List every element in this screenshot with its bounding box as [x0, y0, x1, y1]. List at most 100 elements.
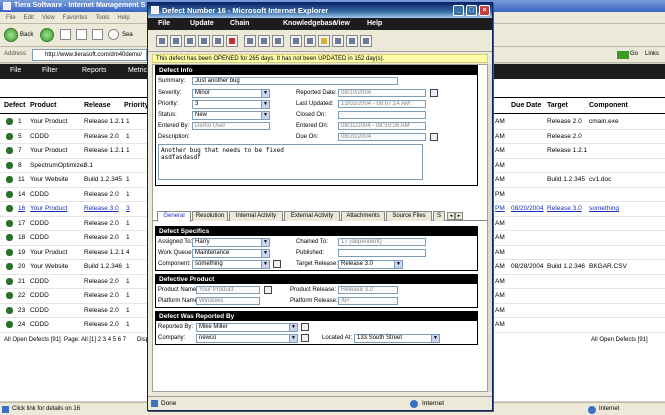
platform-release-label: Platform Release:	[290, 298, 338, 304]
menu-view[interactable]: View	[334, 20, 350, 27]
close-icon[interactable]: ×	[479, 5, 490, 16]
refresh-icon[interactable]	[76, 29, 87, 40]
located-at-label: Located At:	[322, 335, 353, 341]
severity-select[interactable]: Minor ▼	[192, 89, 270, 98]
company-add-icon[interactable]	[301, 334, 309, 342]
platform-name-field: Windows	[196, 297, 260, 305]
bug-icon	[6, 263, 13, 270]
due-on-value: 08/20/2004	[341, 134, 372, 140]
nav-list-icon[interactable]	[258, 35, 270, 47]
go-button-label[interactable]: Go	[630, 51, 638, 57]
tab-attachments[interactable]: Attachments	[341, 211, 385, 221]
forward-arrow-icon[interactable]	[40, 28, 54, 42]
located-at-select[interactable]: 133 South Street ▼	[354, 334, 440, 343]
tab-external-activity[interactable]: External Activity	[284, 211, 340, 221]
nav-filter[interactable]: Filter	[42, 67, 58, 74]
nav-next-icon[interactable]	[272, 35, 284, 47]
stop-icon[interactable]	[60, 29, 71, 40]
cell-time: PM	[495, 190, 505, 198]
pagination[interactable]: Page: All [1] 2 3 4 5 6 7	[64, 337, 126, 343]
cell-product: CDDD	[30, 306, 49, 314]
cell-time: AM	[495, 321, 505, 328]
calendar-icon[interactable]	[430, 133, 438, 141]
assigned-to-select[interactable]: Harry ▼	[192, 238, 270, 247]
maximize-icon[interactable]: □	[466, 5, 477, 16]
target-release-value: Release 3.0	[341, 261, 374, 267]
status-select[interactable]: New ▼	[192, 111, 270, 120]
nav-first-icon[interactable]	[244, 35, 256, 47]
copy-icon[interactable]	[198, 35, 210, 47]
tab-internal-activity[interactable]: Internal Activity	[229, 211, 283, 221]
tab-resolution[interactable]: Resolution	[192, 211, 228, 221]
cell-product: Your Product	[30, 205, 68, 212]
last-updated-label: Last Updated:	[296, 101, 334, 107]
new-icon[interactable]	[156, 35, 168, 47]
refresh-icon[interactable]	[212, 35, 224, 47]
chevron-left-icon[interactable]: ◂	[447, 212, 455, 220]
print-icon[interactable]	[360, 35, 372, 47]
nav-file[interactable]: File	[10, 67, 21, 74]
search-icon[interactable]	[108, 29, 119, 40]
chevron-right-icon[interactable]: ▸	[455, 212, 463, 220]
component-select[interactable]: something ▼	[192, 260, 270, 269]
menu-help[interactable]: Help	[367, 20, 382, 27]
detail-tabs: General Resolution Internal Activity Ext…	[153, 211, 487, 222]
col-component[interactable]: Component	[589, 102, 628, 109]
tab-general[interactable]: General	[157, 211, 191, 222]
summary-input[interactable]: Just another bug	[192, 77, 398, 85]
col-target[interactable]: Target	[547, 102, 568, 109]
target-release-select[interactable]: Release 3.0 ▼	[338, 260, 403, 269]
bg-menu-file[interactable]: File	[6, 12, 16, 24]
links-label[interactable]: Links	[645, 51, 659, 57]
bg-menu-edit[interactable]: Edit	[24, 12, 34, 24]
tab-more[interactable]: S	[433, 211, 445, 221]
save-icon[interactable]	[184, 35, 196, 47]
menu-update[interactable]: Update	[190, 20, 214, 27]
open-icon[interactable]	[170, 35, 182, 47]
back-button-label[interactable]: Back	[20, 32, 33, 38]
component-edit-icon[interactable]	[273, 260, 281, 268]
menu-file[interactable]: File	[158, 20, 170, 27]
notice-text: This defect has been OPENED for 265 days…	[156, 56, 385, 62]
lock-icon[interactable]	[346, 35, 358, 47]
delete-icon[interactable]	[226, 35, 238, 47]
calendar-icon[interactable]	[430, 89, 438, 97]
company-select[interactable]: newco ▼	[196, 334, 298, 343]
col-priority[interactable]: Priority	[124, 102, 149, 109]
go-arrow-icon[interactable]	[617, 51, 629, 59]
col-release[interactable]: Release	[84, 102, 110, 109]
reported-by-select[interactable]: Mike Miller ▼	[196, 323, 298, 332]
priority-select[interactable]: 3 ▼	[192, 100, 270, 109]
col-due-date[interactable]: Due Date	[511, 102, 541, 109]
published-input[interactable]	[338, 249, 426, 257]
menu-chain[interactable]: Chain	[230, 20, 249, 27]
back-arrow-icon[interactable]	[4, 28, 18, 42]
bg-menu-favorites[interactable]: Favorites	[63, 12, 88, 24]
nav-metrics[interactable]: Metric	[128, 67, 147, 74]
home-icon[interactable]	[92, 29, 103, 40]
reported-by-add-icon[interactable]	[301, 323, 309, 331]
dialog-scrollbar[interactable]	[488, 64, 492, 392]
tab-source-files[interactable]: Source Files	[386, 211, 432, 221]
cell-release: 3.1	[84, 161, 94, 169]
work-queue-select[interactable]: Maintenance ▼	[192, 249, 270, 258]
nav-reports[interactable]: Reports	[82, 67, 107, 74]
bg-menu-tools[interactable]: Tools	[95, 12, 109, 24]
chain-icon[interactable]	[290, 35, 302, 47]
cell-release: Release 1.2.1	[84, 118, 125, 125]
bg-menu-help[interactable]: Help	[117, 12, 129, 24]
attach-icon[interactable]	[332, 35, 344, 47]
menu-knowledgebase[interactable]: Knowledgebase	[283, 20, 336, 27]
folder-icon[interactable]	[318, 35, 330, 47]
defect-age-notice: This defect has been OPENED for 265 days…	[152, 54, 488, 63]
email-icon[interactable]	[304, 35, 316, 47]
address-input[interactable]: http://www.tierasoft.com/dm40demo/	[32, 49, 147, 61]
minimize-icon[interactable]: _	[453, 5, 464, 16]
cell-id: 5	[18, 132, 22, 140]
description-textarea[interactable]	[158, 144, 423, 180]
search-button-label[interactable]: Sea	[122, 32, 133, 38]
product-lookup-icon[interactable]	[264, 286, 272, 294]
col-product[interactable]: Product	[30, 102, 56, 109]
col-defect[interactable]: Defect	[4, 102, 25, 109]
bg-menu-view[interactable]: View	[42, 12, 55, 24]
